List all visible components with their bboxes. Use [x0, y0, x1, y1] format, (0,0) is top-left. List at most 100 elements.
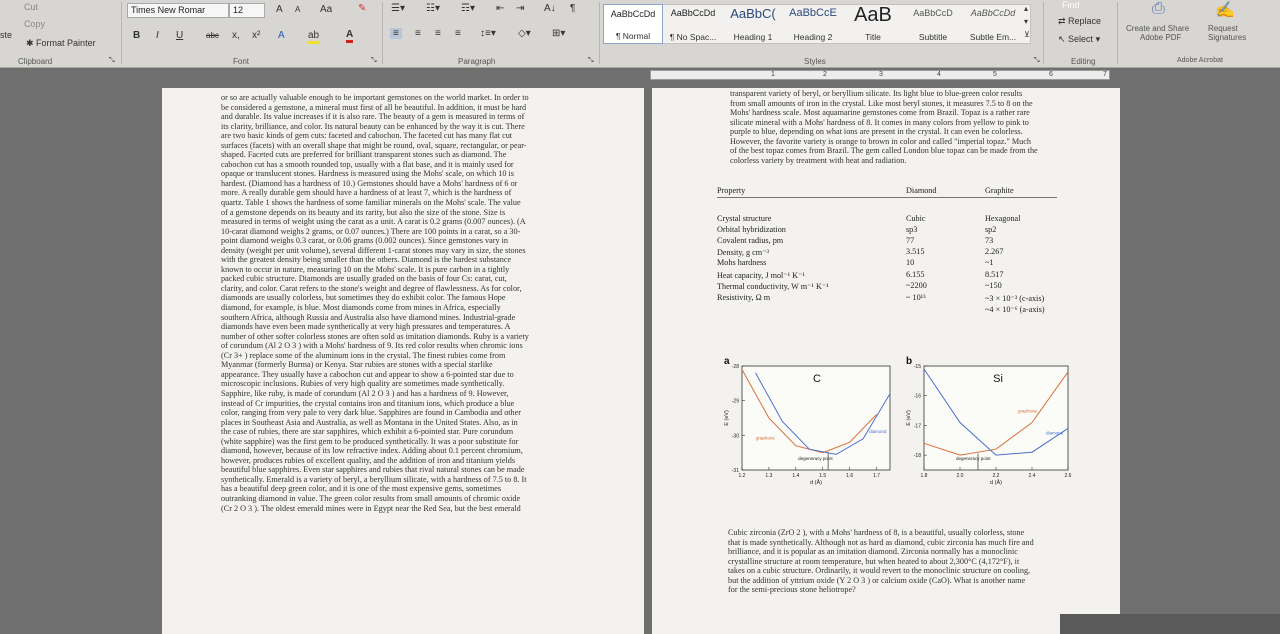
copy-button[interactable]: Copy [24, 19, 45, 29]
increase-indent-icon[interactable]: ⇥ [516, 3, 524, 14]
body-text[interactable]: or so are actually valuable enough to be… [221, 93, 593, 513]
chart-panel-a: aC-28-29-30-311.2 1.3 1.4 1.5 1.6 1.7d (Å)E (… [724, 356, 891, 486]
table-cell: Heat capacity, J mol⁻¹ K⁻¹ [717, 271, 805, 280]
text-line: be considered a gemstone, a mineral must… [221, 102, 527, 112]
table-header-cell: Graphite [985, 186, 1014, 195]
table-cell: sp2 [985, 225, 997, 234]
body-text[interactable]: transparent variety of beryl, or berylli… [730, 89, 1070, 165]
text-line: more. A really durable gem should have a… [221, 188, 512, 198]
italic-button[interactable]: I [156, 30, 159, 41]
panel-letter: b [906, 356, 912, 367]
font-launcher-icon[interactable]: ⤡ [371, 57, 377, 65]
style-heading-2[interactable]: AaBbCcE Heading 2 [783, 4, 843, 44]
style-title[interactable]: AaB Title [843, 4, 903, 44]
grow-font-button[interactable]: A [276, 4, 283, 15]
change-case-button[interactable]: Aa [320, 4, 332, 15]
shrink-font-button[interactable]: A [295, 5, 300, 14]
x-tick-label: 2.2 [993, 473, 1000, 479]
create-share-pdf-button[interactable]: Create and Share Adobe PDF [1126, 24, 1189, 42]
format-painter-button[interactable]: ✱ Format Painter [26, 38, 96, 49]
sort-icon[interactable]: A↓ [544, 3, 556, 14]
multilevel-list-icon[interactable]: ☶▾ [461, 3, 475, 14]
text-line: and durable. Its value increases if it i… [221, 112, 525, 122]
justify-icon[interactable]: ≡ [455, 28, 461, 39]
text-line: diamond, for example, is blue. Most diam… [221, 303, 501, 313]
shading-icon[interactable]: ◇▾ [518, 28, 531, 39]
paragraph-group-label: Paragraph [458, 57, 496, 66]
text-line: from small amounts of iron in the crysta… [730, 98, 1033, 108]
style-sample: AaBbCcE [789, 7, 837, 19]
style-heading-1[interactable]: AaBbC( Heading 1 [723, 4, 783, 44]
align-center-icon[interactable]: ≡ [415, 28, 421, 39]
clear-formatting-icon[interactable]: ✎ [358, 3, 366, 14]
table-header-cell: Diamond [906, 186, 937, 195]
styles-scroll-down-icon[interactable]: ▾ [1024, 17, 1028, 26]
table-cell: Density, g cm⁻³ [717, 248, 769, 257]
table-header-cell: Property [717, 186, 746, 195]
text-line: or so are actually valuable enough to be… [221, 93, 529, 102]
style-name: ¶ Normal [615, 31, 651, 41]
request-signatures-button[interactable]: Request Signatures [1208, 24, 1246, 42]
highlight-button[interactable]: ab [308, 30, 320, 44]
table-cell: 3.515 [906, 247, 925, 256]
style-name: Subtle Em... [969, 32, 1017, 42]
table-cell: ~2200 [906, 281, 927, 290]
align-left-icon[interactable]: ≡ [390, 28, 402, 39]
text-effects-button[interactable]: A [278, 30, 285, 41]
pdf-icon: ⎙ [1152, 0, 1165, 17]
superscript-button[interactable]: x² [252, 30, 260, 41]
underline-button[interactable]: U [176, 30, 183, 41]
styles-more-icon[interactable]: ⊻ [1024, 30, 1030, 39]
table-cell: Thermal conductivity, W m⁻¹ K⁻¹ [717, 282, 829, 291]
style-normal[interactable]: AaBbCcDd ¶ Normal [603, 4, 663, 44]
styles-launcher-icon[interactable]: ⤡ [1034, 57, 1040, 65]
text-line: beautiful blue sapphires. Even star sapp… [221, 465, 525, 475]
editing-group-label: Editing [1071, 57, 1096, 66]
style-sample: AaBbC( [730, 6, 776, 21]
chart-title: Si [993, 373, 1003, 385]
x-tick-label: 2.4 [1029, 473, 1036, 479]
x-tick-label: 1.4 [792, 473, 799, 479]
body-text[interactable]: Cubic zirconia (ZrO 2 ), with a Mohs' ha… [728, 528, 1078, 595]
cut-button[interactable]: Cut [24, 2, 38, 12]
align-right-icon[interactable]: ≡ [435, 28, 441, 39]
style-no-spacing[interactable]: AaBbCcDd ¶ No Spac... [663, 4, 723, 44]
line-spacing-icon[interactable]: ↕≡▾ [480, 28, 496, 39]
table-cell: Covalent radius, pm [717, 236, 784, 245]
panel-letter: a [724, 356, 730, 367]
text-line: density (weight per unit volume), severa… [221, 245, 526, 255]
text-line: (Cr 2 O 3 ). The oldest emerald mines we… [221, 503, 521, 513]
paragraph-launcher-icon[interactable]: ⤡ [588, 57, 594, 65]
clipboard-launcher-icon[interactable]: ⤡ [109, 57, 115, 65]
y-axis-label: E (eV) [906, 410, 912, 426]
borders-icon[interactable]: ⊞▾ [552, 28, 565, 39]
subscript-button[interactable]: x, [232, 30, 240, 41]
table-cell: Cubic [906, 214, 926, 223]
text-line: southern Africa, although Russia and Aus… [221, 312, 516, 322]
text-line: diamond, however, because of its low ref… [221, 446, 523, 456]
text-line: takes on a cubic structure. Ordinarily, … [728, 566, 1031, 576]
bullets-icon[interactable]: ☰▾ [391, 3, 405, 14]
ruler-tick-label: 1 [771, 71, 775, 78]
table-cell: 10 [906, 258, 915, 267]
text-line: of the best topaz comes from Brazil. The… [730, 146, 1038, 156]
font-size-select[interactable]: 12 [229, 3, 265, 18]
style-subtitle[interactable]: AaBbCcD Subtitle [903, 4, 963, 44]
font-family-select[interactable]: Times New Romar [127, 3, 229, 18]
paste-button[interactable]: ste [0, 30, 12, 40]
select-button[interactable]: ↖ Select ▾ [1058, 34, 1100, 45]
find-button[interactable]: Find [1062, 0, 1080, 10]
replace-button[interactable]: ⇄ Replace [1058, 16, 1101, 27]
separator [599, 2, 600, 64]
bold-button[interactable]: B [133, 30, 140, 41]
text-line: measured in terms of weight using the ca… [221, 217, 526, 227]
style-subtle-emphasis[interactable]: AaBbCcDd Subtle Em... [963, 4, 1023, 44]
font-color-button[interactable]: A [346, 29, 354, 43]
horizontal-ruler[interactable]: 1 2 3 4 5 6 7 [650, 70, 1110, 80]
numbering-icon[interactable]: ☷▾ [426, 3, 440, 14]
pilcrow-icon[interactable]: ¶ [570, 3, 575, 14]
strikethrough-button[interactable]: abc [206, 31, 219, 40]
styles-scroll-up-icon[interactable]: ▴ [1024, 4, 1028, 13]
text-line: However, the favorite variety is orange … [730, 136, 1032, 146]
decrease-indent-icon[interactable]: ⇤ [496, 3, 504, 14]
